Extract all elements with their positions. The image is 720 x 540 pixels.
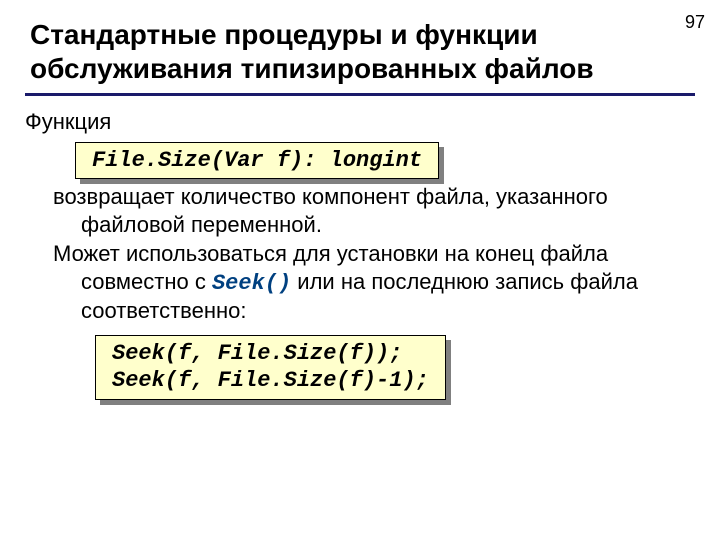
title-underline	[25, 93, 695, 96]
code-content-2: Seek(f, File.Size(f)); Seek(f, File.Size…	[95, 335, 446, 400]
seek-inline: Seek()	[212, 271, 291, 296]
title-line-2: обслуживания типизированных файлов	[30, 53, 594, 84]
intro-text: Функция	[25, 108, 695, 136]
code2-line2: Seek(f, File.Size(f)-1);	[112, 368, 429, 393]
page-number: 97	[685, 12, 705, 33]
code-box-2: Seek(f, File.Size(f)); Seek(f, File.Size…	[95, 335, 446, 400]
description-1: возвращает количество компонент файла, у…	[53, 183, 695, 238]
slide-title: Стандартные процедуры и функции обслужив…	[0, 0, 720, 93]
code2-line1: Seek(f, File.Size(f));	[112, 341, 402, 366]
description-2: Может использоваться для установки на ко…	[53, 240, 695, 325]
code-box-1: File.Size(Var f): longint	[75, 142, 439, 180]
title-line-1: Стандартные процедуры и функции	[30, 19, 538, 50]
slide-body: Функция File.Size(Var f): longint возвра…	[0, 108, 720, 404]
code-content-1: File.Size(Var f): longint	[75, 142, 439, 180]
